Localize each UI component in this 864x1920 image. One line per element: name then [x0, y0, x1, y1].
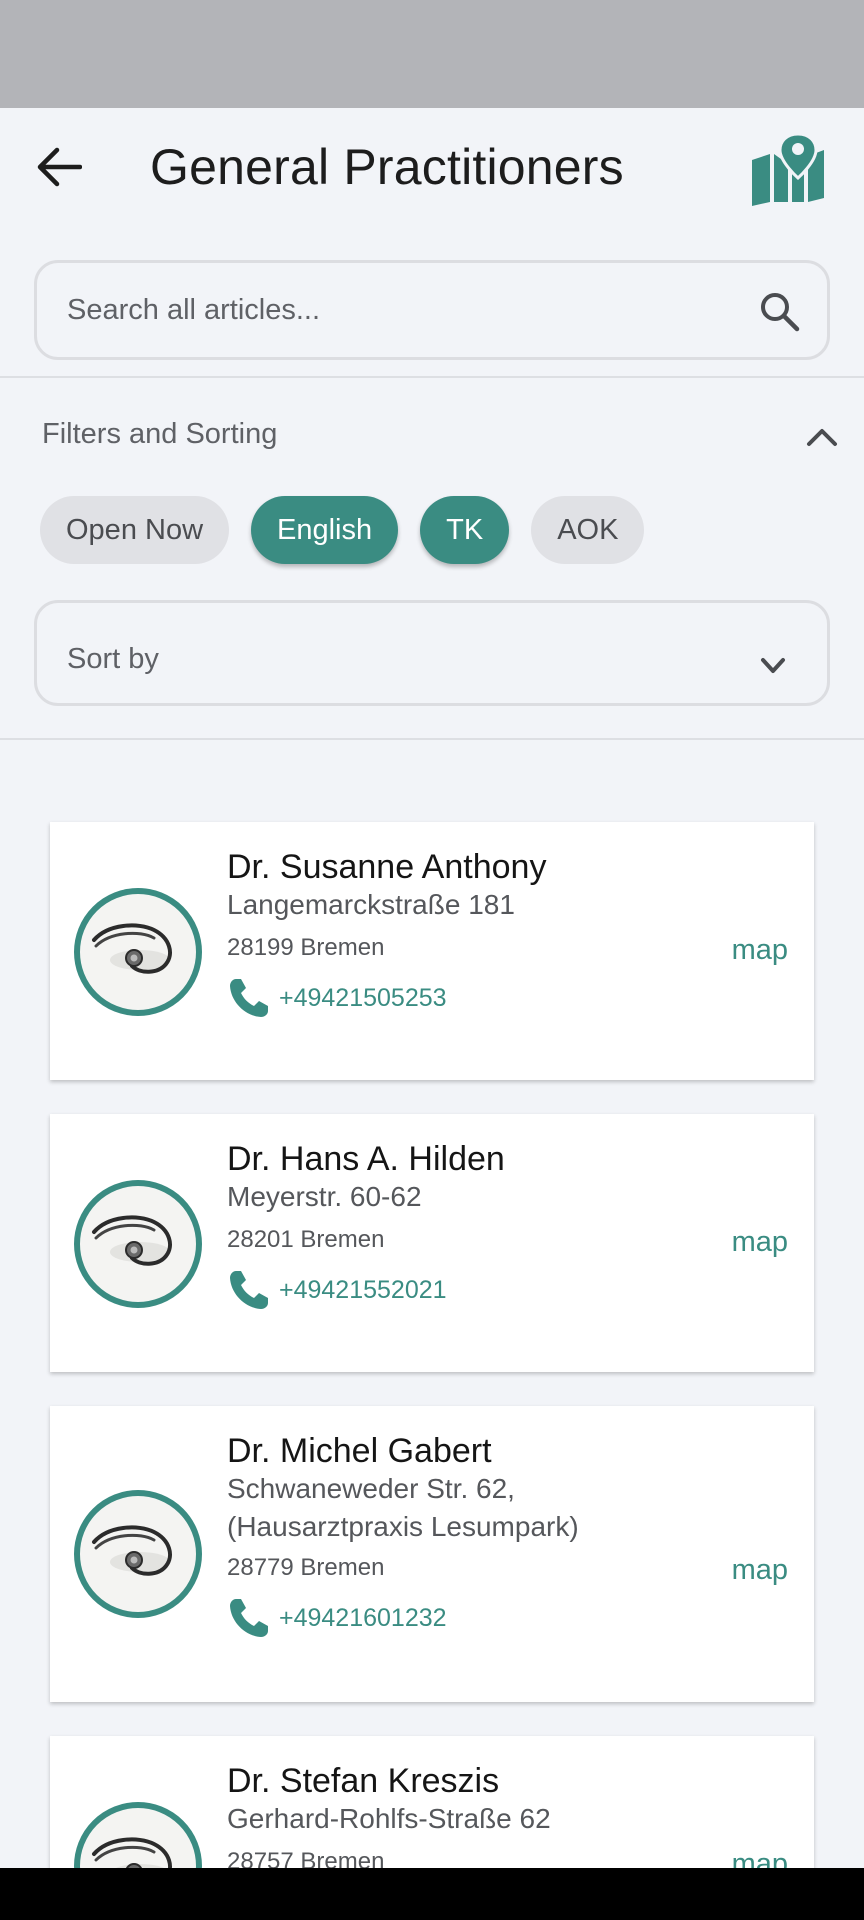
phone-icon — [230, 1599, 268, 1637]
stethoscope-icon — [92, 923, 172, 974]
phone-icon — [230, 1271, 268, 1309]
sort-label: Sort by — [67, 643, 159, 675]
doctor-street: Langemarckstraße 181 — [227, 889, 515, 920]
stethoscope-icon — [92, 1525, 172, 1576]
arrow-left-icon — [37, 147, 82, 187]
doctor-street: Gerhard-Rohlfs-Straße 62 — [227, 1803, 551, 1834]
doctor-street: Schwaneweder Str. 62, (Hausarztpraxis Le… — [227, 1473, 579, 1542]
divider — [0, 738, 864, 740]
phone-number: +49421505253 — [279, 983, 447, 1012]
chip-tk[interactable]: TK — [420, 496, 510, 564]
back-button[interactable] — [28, 136, 90, 198]
doctor-street: Meyerstr. 60-62 — [227, 1181, 422, 1212]
doctor-city: 28779 Bremen — [227, 1554, 385, 1581]
doctor-name: Dr. Michel Gabert — [227, 1432, 492, 1470]
map-link[interactable]: map — [732, 934, 788, 967]
chevron-down-icon — [761, 658, 785, 673]
sort-dropdown[interactable]: Sort by — [34, 600, 830, 706]
status-bar — [0, 0, 864, 108]
doctor-card[interactable]: Dr. Susanne Anthony Langemarckstraße 181… — [50, 822, 814, 1080]
search-input[interactable] — [67, 263, 747, 357]
chip-aok[interactable]: AOK — [531, 496, 645, 564]
doctor-name: Dr. Susanne Anthony — [227, 848, 547, 886]
map-link[interactable]: map — [732, 1226, 788, 1259]
stethoscope-icon — [92, 1215, 172, 1266]
map-view-button[interactable] — [748, 132, 828, 206]
chip-open-now[interactable]: Open Now — [40, 496, 230, 564]
phone-link[interactable]: +49421552021 — [227, 1268, 447, 1312]
phone-icon — [230, 979, 268, 1017]
phone-link[interactable]: +49421601232 — [227, 1596, 447, 1640]
filter-chips: Open Now English TK AOK — [40, 496, 645, 566]
phone-number: +49421601232 — [279, 1603, 447, 1632]
doctor-card[interactable]: Dr. Michel Gabert Schwaneweder Str. 62, … — [50, 1406, 814, 1702]
doctor-avatar — [74, 1490, 202, 1618]
doctor-city: 28201 Bremen — [227, 1226, 385, 1253]
filters-title: Filters and Sorting — [42, 418, 278, 450]
doctor-avatar — [74, 888, 202, 1016]
map-link[interactable]: map — [732, 1554, 788, 1587]
chip-english[interactable]: English — [251, 496, 399, 564]
divider — [0, 376, 864, 378]
doctor-avatar — [74, 1180, 202, 1308]
doctor-city: 28199 Bremen — [227, 934, 385, 961]
doctor-card[interactable]: Dr. Hans A. Hilden Meyerstr. 60-62 28201… — [50, 1114, 814, 1372]
app-bar: General Practitioners — [0, 108, 864, 228]
chevron-up-icon[interactable] — [804, 422, 840, 450]
search-box — [34, 260, 830, 360]
map-pin-icon — [752, 132, 824, 206]
page-title: General Practitioners — [150, 139, 624, 195]
phone-link[interactable]: +49421505253 — [227, 976, 447, 1020]
phone-number: +49421552021 — [279, 1275, 447, 1304]
search-icon[interactable] — [757, 289, 801, 333]
doctor-name: Dr. Hans A. Hilden — [227, 1140, 505, 1178]
doctor-name: Dr. Stefan Kreszis — [227, 1762, 500, 1800]
navigation-bar — [0, 1868, 864, 1920]
